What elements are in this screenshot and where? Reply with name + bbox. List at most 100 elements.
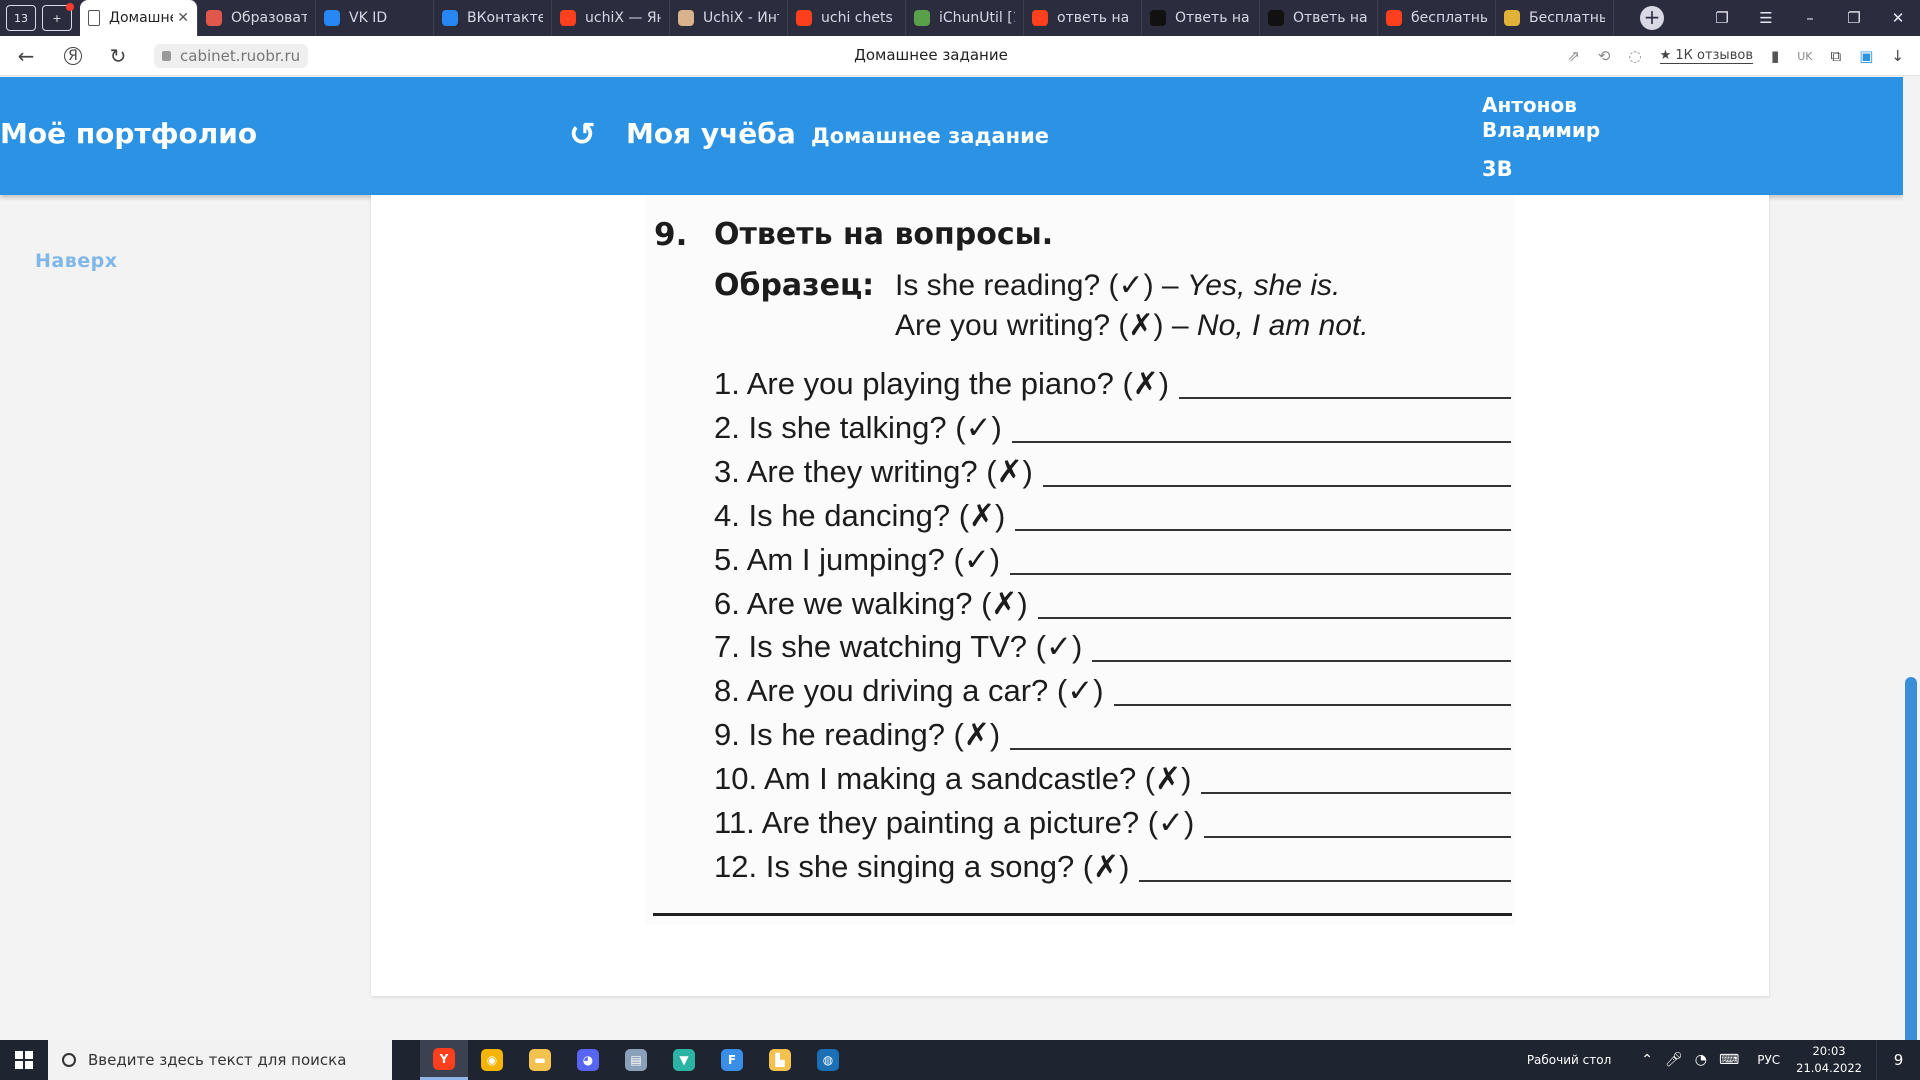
new-window-icon[interactable]: + [42, 3, 74, 31]
key-icon [1504, 10, 1520, 26]
taskbar-app-button[interactable]: ◕ [564, 1040, 612, 1080]
system-tray: Рабочий стол ⌃ 🎤︎ ◔ ⌨ РУС 20:03 21.04.20… [1527, 1040, 1920, 1080]
back-to-top-link[interactable]: Наверх [35, 250, 118, 272]
answer-line [1037, 617, 1511, 619]
znanija-icon [1150, 10, 1166, 26]
answer-line [1201, 792, 1511, 794]
clock[interactable]: 20:03 21.04.2022 [1796, 1043, 1862, 1077]
browser-tab[interactable]: ответь на во [1024, 0, 1142, 36]
share-icon[interactable]: ⇗ [1567, 47, 1580, 65]
collections-icon[interactable]: ❐ [1700, 9, 1744, 27]
tab-counter-icon[interactable]: 13 [6, 5, 36, 31]
start-button[interactable] [0, 1040, 48, 1080]
scrollbar-thumb[interactable] [1905, 677, 1917, 1080]
reload-icon[interactable]: ↻ [100, 44, 136, 68]
browser-tab[interactable]: Бесплатные [1496, 0, 1614, 36]
extensions-icon[interactable]: ◌ [1628, 47, 1641, 65]
close-tab-icon[interactable]: ✕ [177, 10, 189, 26]
taskbar-search[interactable]: Введите здесь текст для поиска [48, 1040, 392, 1080]
homework-link[interactable]: Домашнее задание [811, 124, 1049, 148]
taskbar-app-button[interactable]: Y [420, 1040, 468, 1080]
tab-title: Образовате [231, 10, 307, 26]
class-label: 3В [1482, 157, 1513, 181]
browser-tab-strip: 13 + Домашне✕ Образовате VK ID ВКонтакте | u… [0, 0, 1920, 36]
browser-tab[interactable]: ВКонтакте | [434, 0, 552, 36]
browser-tab[interactable]: Ответь на во [1260, 0, 1378, 36]
taskbar-app-button[interactable]: ◉ [468, 1040, 516, 1080]
minimize-button[interactable]: – [1788, 9, 1832, 27]
network-icon[interactable]: ◔ [1695, 1052, 1707, 1068]
question-row: 11. Are they painting a picture? (✓) [714, 801, 1511, 841]
close-window-button[interactable]: ✕ [1876, 9, 1920, 27]
new-tab-button[interactable]: + [1640, 6, 1664, 30]
taskbar-app-button[interactable]: ◍ [804, 1040, 852, 1080]
keyboard-icon[interactable]: ⌨ [1719, 1052, 1739, 1068]
language-indicator[interactable]: РУС [1757, 1053, 1780, 1067]
url-text: cabinet.ruobr.ru [180, 46, 301, 65]
restore-button[interactable]: ❐ [1832, 9, 1876, 27]
browser-tab[interactable]: iChunUtil [1. [906, 0, 1024, 36]
browser-tab[interactable]: Образовате [198, 0, 316, 36]
collections-icon[interactable]: ⧉ [1831, 47, 1842, 65]
question-text: 4. Is he dancing? (✗) [714, 498, 1006, 533]
portfolio-link[interactable]: Моё портфолио [0, 117, 257, 150]
sample-line-1: Is she reading? (✓) – Yes, she is. [895, 268, 1340, 303]
yandex-icon [796, 10, 812, 26]
document-icon [88, 10, 100, 26]
browser-tab[interactable]: UchiX - Инте [670, 0, 788, 36]
taskbar-app-button[interactable]: ▼ [660, 1040, 708, 1080]
download-icon[interactable]: ↓ [1891, 47, 1904, 65]
menu-icon[interactable]: ☰ [1744, 9, 1788, 27]
tab-counter: 13 [14, 11, 28, 25]
question-text: 10. Am I making a sandcastle? (✗) [714, 761, 1192, 796]
taskbar-apps: Y ◉ ▬ ◕ ▤ ▼ F ▙ ◍ [420, 1040, 852, 1080]
browser-tab[interactable]: VK ID [316, 0, 434, 36]
search-icon [62, 1053, 76, 1067]
image-icon [678, 10, 694, 26]
taskbar-app-button[interactable]: ▬ [516, 1040, 564, 1080]
image-icon [206, 10, 222, 26]
study-link[interactable]: Моя учёба [626, 117, 796, 150]
notification-center-button[interactable]: 9 [1876, 1040, 1920, 1080]
taskbar-app-button[interactable]: ▤ [612, 1040, 660, 1080]
question-text: 11. Are they painting a picture? (✓) [714, 805, 1195, 840]
translate-icon[interactable]: ⟲ [1598, 47, 1611, 65]
user-name[interactable]: Антонов Владимир [1482, 93, 1600, 143]
refresh-icon[interactable]: ↺ [569, 115, 596, 153]
browser-tab[interactable]: uchiX — Янд [552, 0, 670, 36]
browser-tab[interactable]: Домашне ✕ [80, 0, 198, 36]
chevron-up-icon[interactable]: ⌃ [1641, 1052, 1653, 1068]
tab-title: ВКонтакте | [467, 10, 543, 26]
url-field[interactable]: cabinet.ruobr.ru [154, 43, 309, 68]
microphone-icon[interactable]: 🎤︎ [1665, 1052, 1683, 1068]
taskbar-app-button[interactable]: F [708, 1040, 756, 1080]
browser-tab[interactable]: бесплатный [1378, 0, 1496, 36]
browser-tab[interactable]: uchi chets — [788, 0, 906, 36]
notification-count: 9 [1893, 1051, 1904, 1069]
discord-icon: ◕ [577, 1049, 599, 1071]
sample-question-1: Is she reading? (✓) – [895, 269, 1187, 302]
taskbar-app-button[interactable]: ▙ [756, 1040, 804, 1080]
window-controls: ❐ ☰ – ❐ ✕ [1700, 0, 1920, 36]
taskbar-search-placeholder: Введите здесь текст для поиска [88, 1051, 347, 1069]
minecraft-icon [914, 10, 930, 26]
question-text: 7. Is she watching TV? (✓) [714, 629, 1083, 664]
back-icon[interactable]: ← [8, 44, 44, 68]
question-row: 8. Are you driving a car? (✓) [714, 669, 1511, 709]
tab-title: ответь на во [1057, 10, 1133, 26]
yandex-home-icon[interactable]: Я [64, 46, 82, 65]
browser-tab[interactable]: Ответь на во [1142, 0, 1260, 36]
scrollbar[interactable] [1903, 77, 1920, 1080]
windows-icon [15, 1051, 33, 1069]
ublock-icon[interactable]: UK [1797, 50, 1812, 63]
sidebar-icon[interactable]: ▣ [1859, 47, 1873, 65]
answer-line [1010, 748, 1511, 750]
question-text: 3. Are they writing? (✗) [714, 454, 1033, 489]
exercise-title: Ответь на вопросы. [714, 217, 1054, 252]
desktop-toolbar[interactable]: Рабочий стол [1527, 1053, 1611, 1067]
vk-icon [324, 10, 340, 26]
answer-line [1204, 836, 1511, 838]
reviews-button[interactable]: ★ 1К отзывов [1659, 48, 1753, 64]
tab-list: Домашне✕ Образовате VK ID ВКонтакте | uchiX … [80, 0, 1614, 36]
bookmark-icon[interactable]: ▮ [1771, 47, 1779, 65]
